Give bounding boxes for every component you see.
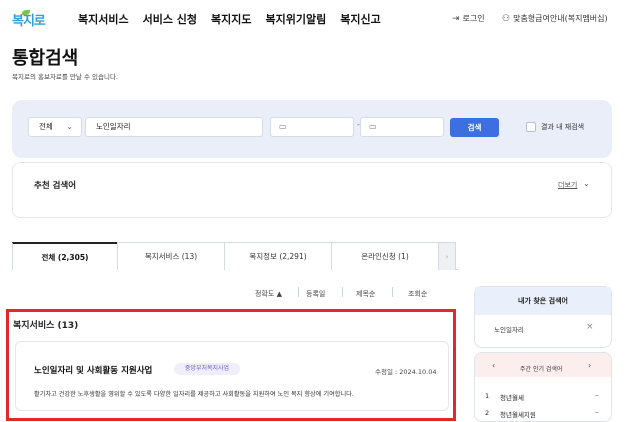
nav-welfare-service[interactable]: 복지서비스 bbox=[78, 11, 129, 27]
chevron-down-icon: ⌄ bbox=[66, 122, 73, 131]
divider bbox=[298, 287, 299, 297]
popular-item[interactable]: 청년월세지원 bbox=[500, 409, 536, 419]
result-card[interactable] bbox=[15, 341, 449, 411]
chevron-right-icon[interactable]: › bbox=[588, 361, 591, 370]
divider bbox=[342, 287, 343, 297]
sort-date[interactable]: 등록일 bbox=[306, 289, 325, 299]
nav-welfare-map[interactable]: 복지지도 bbox=[211, 11, 251, 27]
my-keyword-item[interactable]: 노인일자리 bbox=[494, 324, 524, 334]
login-label: 로그인 bbox=[462, 14, 485, 23]
custom-benefit-link[interactable]: ⚇ 맞춤형급여안내(복지멤버십) bbox=[502, 13, 608, 24]
sort-views[interactable]: 조회순 bbox=[408, 289, 427, 299]
tab-all[interactable]: 전체 (2,305) bbox=[12, 242, 118, 270]
sort-title[interactable]: 제목순 bbox=[356, 289, 375, 299]
nav-welfare-report[interactable]: 복지신고 bbox=[340, 11, 380, 27]
recommended-title: 추천 검색어 bbox=[34, 181, 77, 191]
chevron-left-icon[interactable]: ‹ bbox=[492, 361, 495, 370]
login-link[interactable]: ⇥ 로그인 bbox=[452, 13, 485, 24]
sort-up-icon: ▲ bbox=[276, 290, 282, 298]
logo-text: 복지로 bbox=[12, 14, 46, 29]
search-within-checkbox[interactable] bbox=[526, 122, 536, 132]
category-badge: 중앙부처복지사업 bbox=[174, 363, 240, 375]
section-title: 복지서비스 (13) bbox=[13, 321, 79, 331]
modified-date: 수정일 : 2024.10.04 bbox=[375, 368, 437, 376]
search-within-label[interactable]: 결과 내 재검색 bbox=[541, 122, 584, 132]
result-title[interactable]: 노인일자리 및 사회활동 지원사업 bbox=[34, 364, 152, 376]
tab-welfare-service[interactable]: 복지서비스 (13) bbox=[117, 242, 225, 270]
scope-value: 전체 bbox=[39, 122, 53, 131]
custom-benefit-label: 맞춤형급여안내(복지멤버십) bbox=[513, 14, 608, 23]
popular-rank: 2 bbox=[485, 409, 490, 417]
end-date-input[interactable]: ▭ bbox=[360, 117, 444, 137]
chevron-down-icon[interactable]: ⌄ bbox=[583, 179, 590, 188]
calendar-icon: ▭ bbox=[279, 122, 287, 131]
my-keywords-title: 내가 찾은 검색어 bbox=[475, 287, 611, 315]
search-button[interactable]: 검색 bbox=[450, 118, 499, 137]
more-link[interactable]: 더보기 bbox=[558, 180, 577, 190]
rank-change: – bbox=[595, 408, 599, 416]
site-logo[interactable]: 복지로 bbox=[12, 8, 48, 36]
divider bbox=[392, 287, 393, 297]
tab-welfare-info[interactable]: 복지정보 (2,291) bbox=[224, 242, 332, 270]
tab-online-apply[interactable]: 온라인신청 (1) bbox=[331, 242, 439, 270]
page-subtitle: 복지로의 홍보자료를 만날 수 있습니다. bbox=[12, 73, 119, 81]
popular-item[interactable]: 청년월세 bbox=[500, 392, 524, 402]
main-nav: 복지서비스 서비스 신청 복지지도 복지위기알림 복지신고 bbox=[78, 11, 381, 27]
nav-service-apply[interactable]: 서비스 신청 bbox=[143, 11, 197, 27]
calendar-icon: ▭ bbox=[369, 122, 377, 131]
popular-rank: 1 bbox=[485, 392, 490, 400]
rank-change: – bbox=[595, 391, 599, 399]
popular-title: 주간 인기 검색어 bbox=[520, 366, 563, 373]
search-input[interactable]: 노인일자리 bbox=[85, 117, 263, 137]
result-description: 활기차고 건강한 노후생활을 영위할 수 있도록 다양한 일자리를 제공하고 사… bbox=[34, 391, 354, 398]
nav-crisis-alert[interactable]: 복지위기알림 bbox=[266, 11, 327, 27]
close-icon[interactable]: × bbox=[586, 322, 594, 332]
sort-accuracy[interactable]: 정확도 ▲ bbox=[255, 289, 282, 299]
recommended-panel bbox=[12, 162, 612, 218]
page-title: 통합검색 bbox=[12, 48, 79, 69]
result-tabs: 전체 (2,305) 복지서비스 (13) 복지정보 (2,291) 온라인신청… bbox=[12, 242, 458, 270]
user-icon: ⚇ bbox=[502, 13, 511, 24]
tab-next-arrow[interactable]: › bbox=[438, 242, 456, 270]
start-date-input[interactable]: ▭ bbox=[270, 117, 354, 137]
scope-select[interactable]: 전체 ⌄ bbox=[28, 117, 82, 137]
sort-accuracy-label: 정확도 bbox=[255, 290, 275, 298]
login-icon: ⇥ bbox=[452, 13, 460, 24]
